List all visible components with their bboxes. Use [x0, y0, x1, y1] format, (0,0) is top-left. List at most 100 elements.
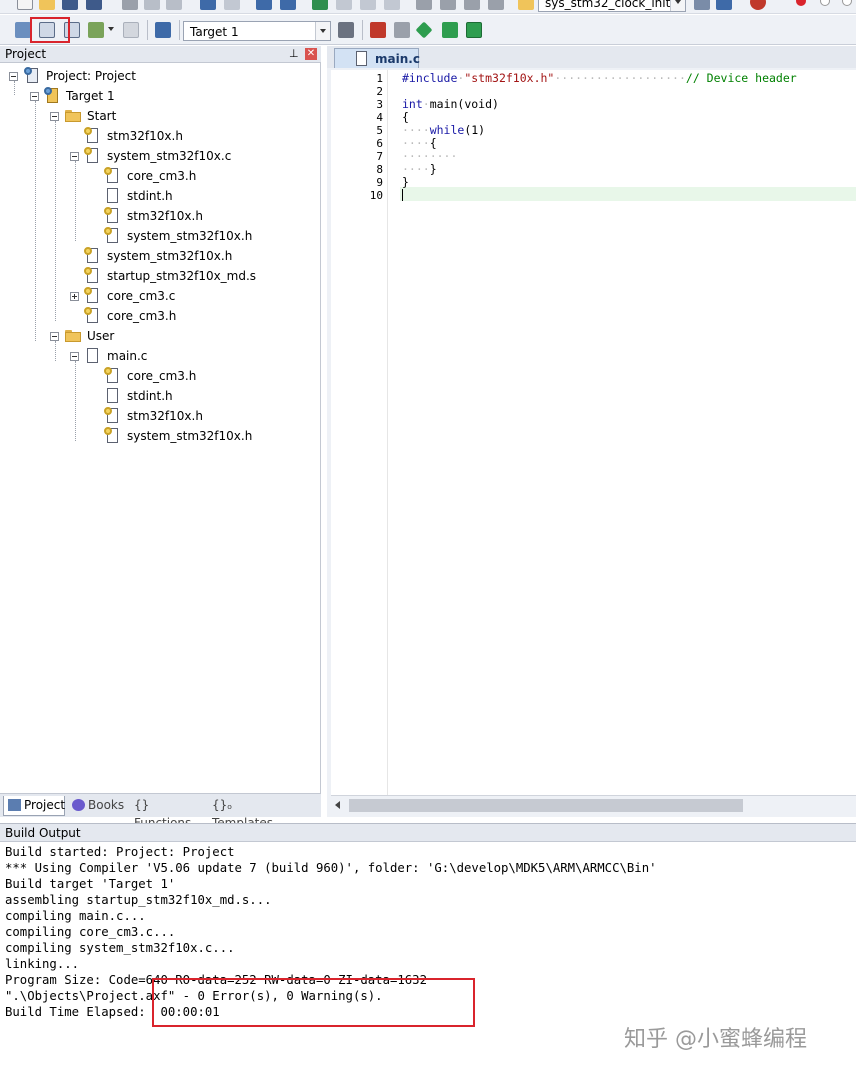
batch-dropdown-icon[interactable] [108, 27, 114, 32]
tab-project[interactable]: Project [3, 796, 65, 816]
tree-node-group-start[interactable]: Start [0, 106, 320, 126]
tree-node-group-user[interactable]: User [0, 326, 320, 346]
paste-icon[interactable] [166, 0, 182, 10]
output-line: compiling main.c... [5, 909, 146, 923]
chevron-down-icon[interactable] [670, 0, 685, 11]
bookmark-next-icon[interactable] [360, 0, 376, 10]
pin-icon[interactable]: ⊥ [289, 48, 299, 60]
tree-label: stm32f10x.h [127, 409, 203, 423]
cut-icon[interactable] [122, 0, 138, 10]
pack-installer-icon[interactable] [415, 21, 433, 39]
tree-node-include[interactable]: stdint.h [0, 186, 320, 206]
project-tab-icon [8, 799, 21, 811]
breakpoint-clear-icon[interactable] [842, 0, 852, 6]
toolbar-row-1: sys_stm32_clock_init [0, 0, 856, 14]
tree-node-include[interactable]: stm32f10x.h [0, 406, 320, 426]
tree-node-file[interactable]: stm32f10x.h [0, 126, 320, 146]
expand-icon[interactable] [70, 292, 79, 301]
code-area[interactable] [387, 70, 856, 795]
build-output-title: Build Output [5, 826, 81, 840]
tree-node-include[interactable]: core_cm3.h [0, 166, 320, 186]
header-file-icon [104, 407, 120, 424]
target-combo[interactable]: Target 1 [183, 21, 331, 41]
tree-node-target[interactable]: Target 1 [0, 86, 320, 106]
tree-node-file[interactable]: startup_stm32f10x_md.s [0, 266, 320, 286]
project-panel-header: Project ⊥ ✕ [0, 46, 321, 63]
redo-icon[interactable] [224, 0, 240, 10]
tab-functions[interactable]: {} Functions [130, 796, 206, 830]
manage-project-icon[interactable] [370, 22, 386, 38]
tree-node-file[interactable]: main.c [0, 346, 320, 366]
output-line: linking... [5, 957, 80, 971]
collapse-icon[interactable] [70, 352, 79, 361]
batch-build-icon[interactable] [88, 22, 104, 38]
line-number: 9 [376, 176, 383, 189]
collapse-icon[interactable] [30, 92, 39, 101]
unindent-icon[interactable] [440, 0, 456, 10]
code-token: #include [402, 71, 458, 85]
breakpoint-disable-icon[interactable] [820, 0, 830, 6]
collapse-icon[interactable] [70, 152, 79, 161]
tree-node-file[interactable]: core_cm3.c [0, 286, 320, 306]
chevron-down-icon[interactable] [315, 22, 330, 40]
nav-back-icon[interactable] [256, 0, 272, 10]
tree-node-include[interactable]: stdint.h [0, 386, 320, 406]
function-combo[interactable]: sys_stm32_clock_init [538, 0, 686, 12]
bookmark-prev-icon[interactable] [336, 0, 352, 10]
find-in-files-icon[interactable] [518, 0, 534, 10]
horizontal-scrollbar[interactable] [331, 795, 856, 815]
tree-node-project[interactable]: Project: Project [0, 66, 320, 86]
find-icon[interactable] [694, 0, 710, 10]
close-icon[interactable]: ✕ [305, 48, 317, 60]
undo-icon[interactable] [200, 0, 216, 10]
tree-node-file[interactable]: system_stm32f10x.c [0, 146, 320, 166]
new-file-icon[interactable] [17, 0, 33, 10]
copy-icon[interactable] [144, 0, 160, 10]
editor-tab-main-c[interactable]: main.c [334, 48, 420, 68]
scroll-left-icon[interactable] [335, 801, 340, 809]
load-icon[interactable] [155, 22, 171, 38]
open-folder-icon[interactable] [39, 0, 55, 10]
translate-icon[interactable] [15, 22, 31, 38]
tree-label: system_stm32f10x.h [127, 229, 253, 243]
multi-project-icon[interactable] [394, 22, 410, 38]
line-number: 10 [369, 189, 383, 202]
scrollbar-thumb[interactable] [349, 799, 743, 812]
nav-forward-icon[interactable] [280, 0, 296, 10]
breakpoint-icon[interactable] [796, 0, 806, 6]
tab-templates[interactable]: {}ₒ Templates [208, 796, 290, 830]
bookmark-clear-icon[interactable] [384, 0, 400, 10]
code-token: } [429, 162, 437, 176]
uncomment-icon[interactable] [488, 0, 504, 10]
file-icon [355, 51, 369, 67]
indent-icon[interactable] [416, 0, 432, 10]
tree-node-include[interactable]: core_cm3.h [0, 366, 320, 386]
tree-label: Project: Project [46, 69, 136, 83]
manage-rte-icon[interactable] [466, 22, 482, 38]
collapse-icon[interactable] [50, 112, 59, 121]
stop-build-icon[interactable] [123, 22, 139, 38]
line-number: 4 [376, 111, 383, 124]
save-all-icon[interactable] [86, 0, 102, 10]
save-icon[interactable] [62, 0, 78, 10]
download-icon[interactable] [716, 0, 732, 10]
code-token: "stm32f10x.h" [464, 71, 555, 85]
tab-books[interactable]: Books [68, 796, 128, 816]
tree-node-include[interactable]: stm32f10x.h [0, 206, 320, 226]
tree-node-file[interactable]: core_cm3.h [0, 306, 320, 326]
tree-label: stm32f10x.h [127, 209, 203, 223]
collapse-icon[interactable] [50, 332, 59, 341]
tree-node-file[interactable]: system_stm32f10x.h [0, 246, 320, 266]
collapse-icon[interactable] [9, 72, 18, 81]
header-file-icon [104, 427, 120, 444]
output-line: *** Using Compiler 'V5.06 update 7 (buil… [5, 861, 657, 875]
tree-node-include[interactable]: system_stm32f10x.h [0, 426, 320, 446]
tab-label: Project [24, 798, 66, 812]
select-packs-icon[interactable] [442, 22, 458, 38]
options-for-target-icon[interactable] [338, 22, 354, 38]
debug-icon[interactable] [750, 0, 766, 10]
bookmark-icon[interactable] [312, 0, 328, 10]
tree-node-include[interactable]: system_stm32f10x.h [0, 226, 320, 246]
comment-icon[interactable] [464, 0, 480, 10]
build-toolbar: Target 1 [0, 15, 856, 45]
